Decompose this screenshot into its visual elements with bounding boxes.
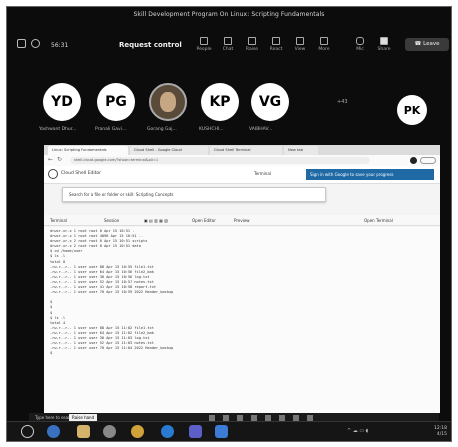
more-button[interactable]: More [313,37,335,52]
open-editor-button[interactable]: Open Editor [192,218,216,223]
participant-name: VAIBHAV... [249,127,273,132]
browser-tab[interactable]: New tab [284,146,318,155]
terminal-output[interactable]: drwxr-xr-x 1 root root 0 Apr 15 10:51 .d… [44,227,440,413]
raise-hand-button[interactable]: Raise [241,37,263,52]
clock[interactable]: 12:18 4/15 [434,426,447,438]
browser-tab-strip: Linux: Scripting Fundamentals Cloud Shel… [44,145,440,155]
leave-button[interactable]: ☎ Leave [405,38,449,51]
windows-taskbar: ^ ☁ ▭ ◖ 12:18 4/15 [7,421,451,441]
app-icon[interactable] [103,425,116,438]
edge-icon[interactable] [47,425,60,438]
url-field[interactable]: shell.cloud.google.com/?show=terminal&pl… [70,157,370,164]
file-explorer-icon[interactable] [77,425,90,438]
terminal-menu[interactable]: Terminal [50,218,67,223]
info-icon[interactable] [31,39,40,48]
hand-icon [248,37,256,45]
shield-icon [17,39,26,48]
cloud-shell-header: Cloud Shell Editor Terminal Sign in with… [44,166,440,184]
people-button[interactable]: People [193,37,215,52]
system-tray-icons[interactable]: ^ ☁ ▭ ◖ [347,428,368,434]
search-input[interactable]: Search for a file or folder or skill: Sc… [62,187,326,202]
more-participants-count[interactable]: +43 [337,99,348,105]
browser-tab[interactable]: Cloud Shell - Google Cloud [130,146,208,155]
meeting-timer: 56:31 [51,42,69,49]
cloud-icon [48,169,58,179]
request-control-button[interactable]: Request control [119,41,182,49]
back-arrow-icon[interactable]: ← [48,156,53,163]
preview-button[interactable]: Preview [234,218,250,223]
participant-name: KUSHCHI... [199,127,224,132]
meeting-top-bar: 56:31 Request control People Chat Raise … [7,35,451,57]
people-icon [200,37,208,45]
editor-toolbar: Terminal Session ▣ ▤ ▥ ▦ ▧ Open Editor P… [44,215,440,226]
participant-name: Yashwant Dhur... [39,127,77,132]
chat-button[interactable]: Chat [217,37,239,52]
avatar[interactable] [149,83,187,121]
view-icon [296,37,304,45]
profile-icon[interactable] [410,157,417,164]
extension-icon[interactable] [420,157,436,164]
sign-in-banner[interactable]: Sign in with Google to save your progres… [306,169,434,180]
terminal-tag[interactable]: Terminal [254,171,271,176]
emoji-icon [272,37,280,45]
avatar[interactable]: PK [397,95,427,125]
view-button[interactable]: View [289,37,311,52]
meeting-window: Skill Development Program On Linux: Scri… [6,6,452,442]
reload-icon[interactable]: ↻ [57,156,62,163]
session-menu[interactable]: Session [104,218,119,223]
avatar[interactable]: PG [97,83,135,121]
meeting-title: Skill Development Program On Linux: Scri… [133,11,325,18]
browser-tab[interactable]: Linux: Scripting Fundamentals [48,146,128,155]
participant-name: Gorang Gaj... [147,127,177,132]
app-name: Cloud Shell Editor [61,171,102,176]
react-button[interactable]: React [265,37,287,52]
shared-screen: Linux: Scripting Fundamentals Cloud Shel… [44,145,440,413]
app-icon[interactable] [161,425,174,438]
profile-photo [160,92,176,112]
toolbar-icons[interactable]: ▣ ▤ ▥ ▦ ▧ [144,218,168,223]
mic-button[interactable]: Mic [349,37,371,52]
more-icon [320,37,328,45]
avatar[interactable]: YD [43,83,81,121]
terminal-line: $ [50,351,53,356]
word-icon[interactable] [215,425,228,438]
avatar[interactable]: KP [201,83,239,121]
participant-name: Pranali Gavi... [95,127,127,132]
chat-icon [224,37,232,45]
avatar[interactable]: VG [251,83,289,121]
mic-icon [356,37,364,45]
share-icon [380,37,388,45]
teams-icon[interactable] [189,425,202,438]
share-button[interactable]: Share [373,37,395,52]
open-terminal-button[interactable]: Open Terminal [364,218,393,223]
address-bar-row: ← ↻ shell.cloud.google.com/?show=termina… [44,155,440,166]
chrome-icon[interactable] [131,425,144,438]
start-icon[interactable] [21,425,34,438]
browser-tab[interactable]: Cloud Shell Terminal [210,146,282,155]
